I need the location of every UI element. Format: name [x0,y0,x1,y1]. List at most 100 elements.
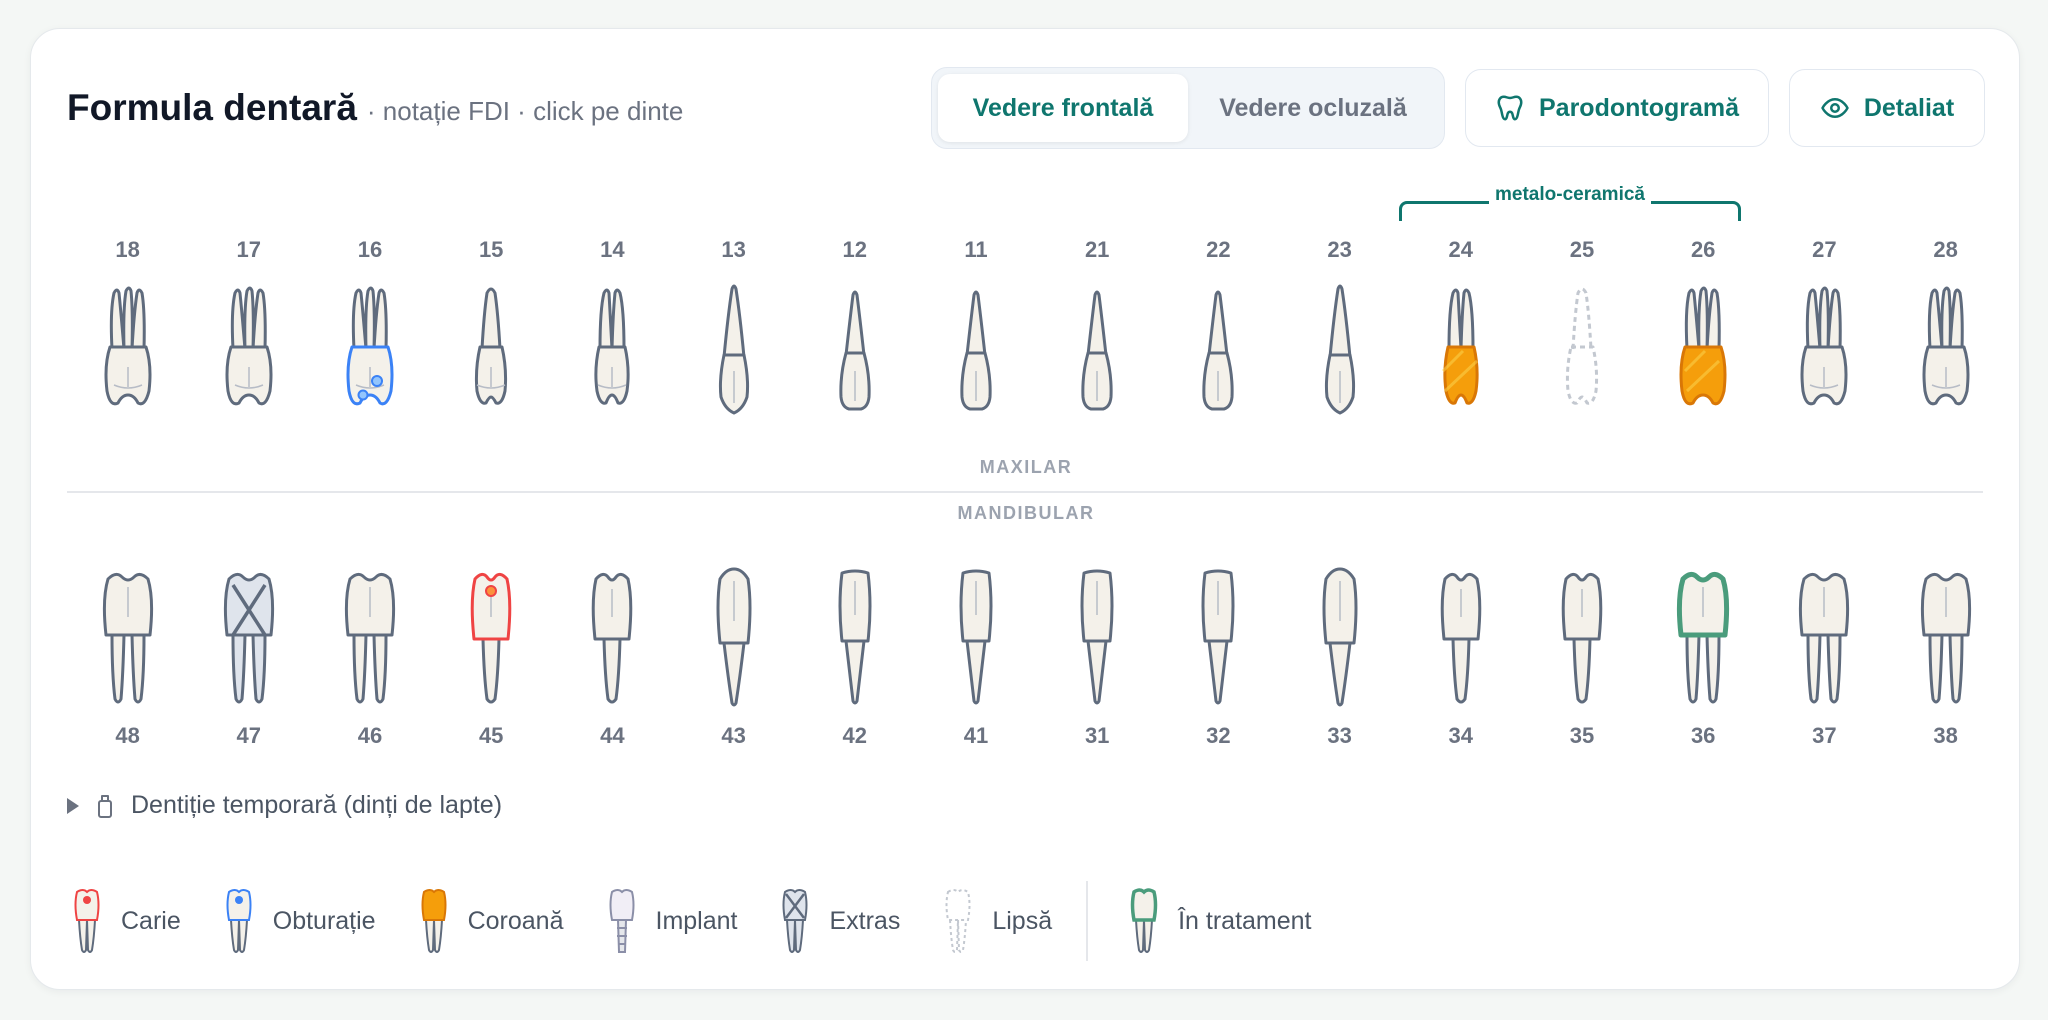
tooth-43[interactable] [694,565,774,715]
legend-item-extracted: Extras [775,886,900,956]
tooth-healthy-icon [1800,286,1848,406]
tooth-42[interactable] [815,565,895,715]
occlusal-view-button[interactable]: Vedere ocluzală [1188,74,1438,142]
tooth-27[interactable] [1784,279,1864,424]
tooth-healthy-icon [1922,286,1970,406]
periodontogram-label: Parodontogramă [1538,93,1740,122]
tooth-healthy-icon [1080,569,1114,705]
tooth-filling-icon [346,286,394,406]
tooth-healthy-icon [1322,567,1358,707]
tooth-number-42: 42 [842,723,868,748]
tooth-healthy-icon [1201,569,1235,705]
tooth-28[interactable] [1906,279,1986,424]
tooth-healthy-icon [344,572,396,704]
baby-tooth-icon [98,794,112,818]
tooth-25[interactable] [1542,279,1622,424]
filling-icon [226,889,252,953]
tooth-21[interactable] [1057,279,1137,424]
tooth-healthy-icon [1324,284,1355,415]
tooth-11[interactable] [936,279,1016,424]
tooth-33[interactable] [1300,565,1380,715]
legend-label: Coroană [467,906,564,935]
extracted-icon [782,889,808,953]
tooth-14[interactable] [572,279,652,424]
tooth-46[interactable] [330,565,410,715]
tooth-16[interactable] [330,279,410,424]
missing-icon [945,889,971,953]
tooth-number-26: 26 [1690,237,1716,262]
periodontogram-button[interactable]: Parodontogramă [1465,69,1769,147]
tooth-number-23: 23 [1327,237,1352,262]
tooth-24[interactable] [1421,279,1501,424]
temporary-dentition-label: Dentiție temporară (dinți de lapte) [131,791,503,819]
tooth-36[interactable] [1663,565,1743,715]
legend-label: Lipsă [992,906,1053,935]
tooth-number-47: 47 [236,723,262,748]
detailed-button[interactable]: Detaliat [1789,69,1985,147]
legend-item-crown: Coroană [414,886,564,956]
tooth-healthy-icon [592,572,633,704]
tooth-healthy-icon [716,567,752,707]
legend-separator [1086,881,1089,961]
tooth-healthy-icon [960,290,992,411]
tooth-22[interactable] [1178,279,1258,424]
tooth-number-37: 37 [1812,723,1837,748]
upper-arch-label: MAXILAR [979,457,1073,477]
tooth-35[interactable] [1542,565,1622,715]
tooth-number-38: 38 [1933,723,1958,748]
arch-divider [67,491,1983,493]
tooth-number-28: 28 [1933,237,1958,262]
tooth-32[interactable] [1178,565,1258,715]
tooth-number-13: 13 [721,237,746,262]
legend-item-treatment: În tratament [1124,886,1312,956]
tooth-healthy-icon [102,572,153,704]
crown-icon [421,889,447,953]
legend-label: Obturație [272,906,376,935]
tooth-crown-icon [1679,286,1727,406]
legend: Carie Obturație Coroană Implant Extras Lipsă Î… [67,881,1350,961]
tooth-healthy-icon [475,287,508,405]
tooth-number-46: 46 [357,723,383,748]
tooth-number-34: 34 [1448,723,1474,748]
legend-label: Implant [655,906,738,935]
tooth-healthy-icon [104,286,152,406]
legend-item-implant: Implant [602,886,738,956]
tooth-number-24: 24 [1448,237,1474,262]
tooth-healthy-icon [1799,572,1850,704]
tooth-26[interactable] [1663,279,1743,424]
tooth-treatment-icon [1677,571,1730,704]
tooth-healthy-icon [1202,290,1235,411]
legend-label: Extras [829,906,901,935]
tooth-17[interactable] [209,279,289,424]
temporary-dentition-toggle[interactable]: Dentiție temporară (dinți de lapte) [67,791,502,820]
tooth-healthy-icon [1081,290,1113,411]
tooth-number-32: 32 [1206,723,1231,748]
tooth-12[interactable] [815,279,895,424]
treatment-icon [1130,888,1158,953]
lower-arch-label: MANDIBULAR [957,503,1095,523]
tooth-healthy-icon [839,290,871,411]
tooth-48[interactable] [88,565,168,715]
tooth-number-45: 45 [478,723,504,748]
tooth-44[interactable] [572,565,652,715]
tooth-23[interactable] [1300,279,1380,424]
implant-icon [609,889,634,953]
header: Formula dentară · notație FDI · click pe… [67,87,683,129]
tooth-18[interactable] [88,279,168,424]
tooth-47[interactable] [209,565,289,715]
tooth-41[interactable] [936,565,1016,715]
page-subtitle: · notație FDI · click pe dinte [366,96,684,126]
tooth-missing-icon [1565,287,1599,405]
tooth-number-43: 43 [721,723,746,748]
tooth-number-15: 15 [478,237,504,262]
tooth-37[interactable] [1784,565,1864,715]
tooth-38[interactable] [1906,565,1986,715]
tooth-number-27: 27 [1812,237,1837,262]
tooth-15[interactable] [451,279,531,424]
tooth-number-36: 36 [1690,723,1716,748]
tooth-31[interactable] [1057,565,1137,715]
frontal-view-button[interactable]: Vedere frontală [938,74,1188,142]
tooth-34[interactable] [1421,565,1501,715]
tooth-13[interactable] [694,279,774,424]
tooth-45[interactable] [451,565,531,715]
